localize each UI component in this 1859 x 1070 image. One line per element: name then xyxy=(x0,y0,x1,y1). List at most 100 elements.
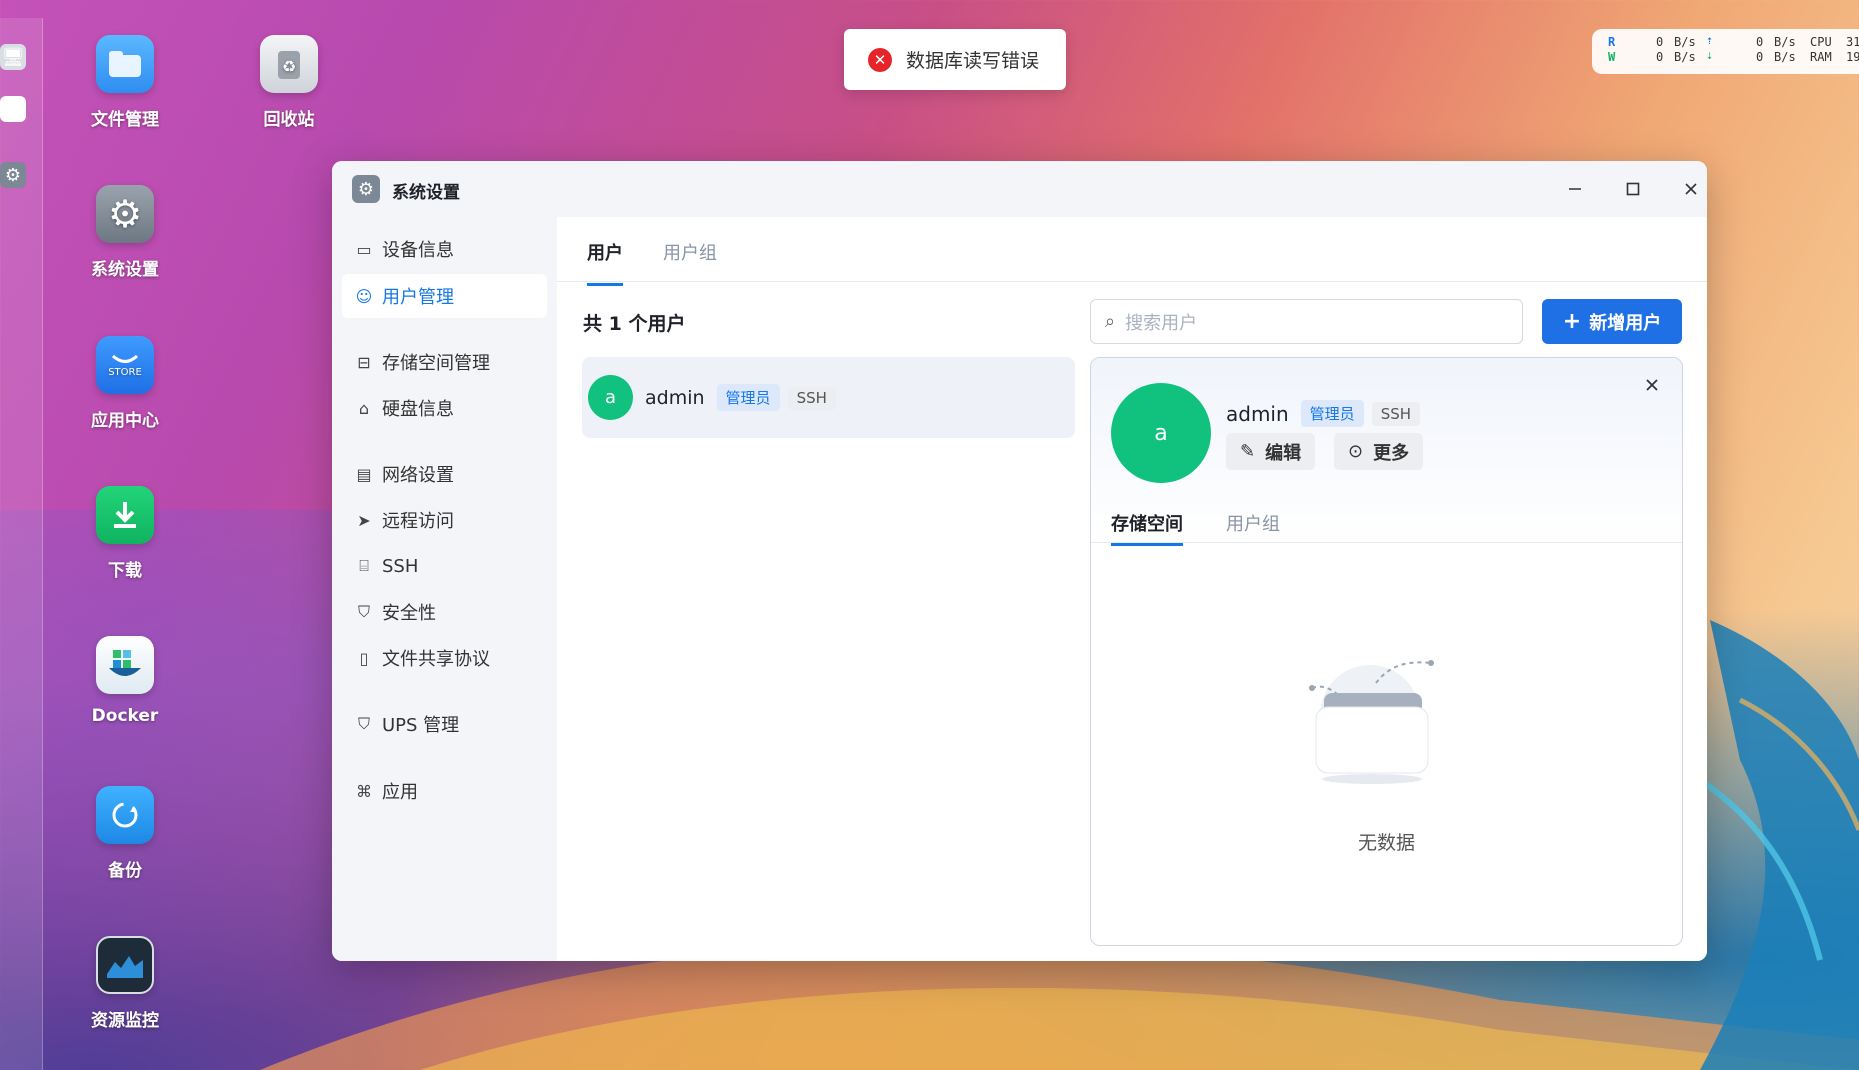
tab-storage[interactable]: 存储空间 xyxy=(1111,510,1183,546)
search-input[interactable]: ⌕ 搜索用户 xyxy=(1090,299,1523,344)
recycle-bin-icon: ♻ xyxy=(260,35,318,93)
edit-button[interactable]: ✎ 编辑 xyxy=(1226,433,1316,470)
detail-avatar: a xyxy=(1111,383,1211,483)
window-titlebar[interactable]: ⚙ 系统设置 xyxy=(332,161,1707,217)
desktop-label: 下载 xyxy=(108,561,142,581)
sidebar-item-file-share[interactable]: ▯ 文件共享协议 xyxy=(342,636,547,680)
sidebar-item-label: 设备信息 xyxy=(382,240,454,261)
svg-text:♻: ♻ xyxy=(282,57,296,76)
tab-user-groups[interactable]: 用户组 xyxy=(663,239,717,283)
desktop-docker[interactable]: Docker xyxy=(70,636,180,726)
read-label: R xyxy=(1608,35,1616,49)
sidebar-item-remote-access[interactable]: ➤ 远程访问 xyxy=(342,498,547,542)
user-detail-panel: a admin 管理员 SSH ✎ 编辑 ⊙ 更多 存储空间 用户组 无数据 xyxy=(1090,357,1683,946)
tab-detail-user-groups[interactable]: 用户组 xyxy=(1226,510,1280,543)
tab-users[interactable]: 用户 xyxy=(587,239,623,286)
sidebar-item-apps[interactable]: ⌘ 应用 xyxy=(342,769,547,813)
file-share-icon: ▯ xyxy=(359,648,369,668)
settings-sidebar: ▭ 设备信息 ☺ 用户管理 ⊟ 存储空间管理 ⌂ 硬盘信息 ▤ 网络设置 ➤ 远程访问 ⌸ S… xyxy=(332,217,557,961)
edit-label: 编辑 xyxy=(1265,442,1302,464)
desktop-app-center[interactable]: STORE 应用中心 xyxy=(70,336,180,431)
read-value: 0 xyxy=(1656,35,1664,49)
folder-icon xyxy=(96,35,154,93)
tab-bar: 用户 用户组 xyxy=(557,217,1707,286)
settings-gear-icon: ⚙ xyxy=(96,185,154,243)
admin-badge: 管理员 xyxy=(716,384,780,411)
device-info-icon: ▭ xyxy=(356,239,372,259)
close-icon xyxy=(1646,379,1658,391)
desktop-file-manager[interactable]: 文件管理 xyxy=(70,35,180,130)
desktop-resource-monitor[interactable]: 资源监控 xyxy=(70,936,180,1031)
store-text: STORE xyxy=(108,366,142,378)
sidebar-item-label: 网络设置 xyxy=(382,465,454,486)
search-placeholder: 搜索用户 xyxy=(1125,312,1198,334)
desktop-settings[interactable]: ⚙ 系统设置 xyxy=(70,185,180,280)
error-icon: ✕ xyxy=(868,47,892,72)
detail-user-name: admin xyxy=(1226,401,1289,426)
more-label: 更多 xyxy=(1373,442,1410,464)
sidebar-item-label: 安全性 xyxy=(382,603,436,624)
user-icon: ☺ xyxy=(355,286,373,306)
apps-grid-icon[interactable]: ▦ xyxy=(0,96,26,122)
sidebar-item-storage[interactable]: ⊟ 存储空间管理 xyxy=(342,340,547,384)
add-user-button[interactable]: + 新增用户 xyxy=(1542,299,1682,344)
sidebar-item-network[interactable]: ▤ 网络设置 xyxy=(342,452,547,496)
upload-value: 0 xyxy=(1756,35,1764,49)
detail-divider xyxy=(1091,542,1682,543)
sidebar-item-label: 应用 xyxy=(382,782,418,803)
settings-icon[interactable]: ⚙ xyxy=(0,162,26,188)
toast-message: 数据库读写错误 xyxy=(906,50,1040,72)
security-shield-icon: ⛉ xyxy=(357,602,370,621)
download-value: 0 xyxy=(1756,50,1764,64)
user-name: admin xyxy=(645,386,705,409)
sidebar-item-label: 存储空间管理 xyxy=(382,353,490,374)
detail-close-button[interactable] xyxy=(1645,376,1659,397)
desktop-label: 系统设置 xyxy=(91,260,159,280)
network-icon: ▤ xyxy=(356,464,372,484)
desktop-backup[interactable]: 备份 xyxy=(70,786,180,881)
write-label: W xyxy=(1608,50,1616,64)
unit-label: B/s xyxy=(1774,50,1796,64)
desktop-label: 资源监控 xyxy=(91,1011,159,1031)
empty-state-text: 无数据 xyxy=(1357,832,1415,854)
write-value: 0 xyxy=(1656,50,1664,64)
sidebar-item-label: 硬盘信息 xyxy=(382,399,454,420)
sidebar-item-device-info[interactable]: ▭ 设备信息 xyxy=(342,227,547,271)
unit-label: B/s xyxy=(1674,35,1696,49)
sidebar-item-ups[interactable]: ⛉ UPS 管理 xyxy=(342,702,547,746)
more-button[interactable]: ⊙ 更多 xyxy=(1334,433,1424,470)
sidebar-item-label: SSH xyxy=(382,555,419,577)
maximize-button[interactable] xyxy=(1619,175,1647,203)
sidebar-item-disk-info[interactable]: ⌂ 硬盘信息 xyxy=(342,386,547,430)
desktop-label: 备份 xyxy=(108,861,142,881)
sidebar-item-ssh[interactable]: ⌸ SSH xyxy=(342,544,547,588)
avatar: a xyxy=(588,375,633,420)
detail-name-row: admin 管理员 SSH xyxy=(1226,400,1428,427)
minimize-button[interactable] xyxy=(1561,175,1589,203)
sidebar-item-user-management[interactable]: ☺ 用户管理 xyxy=(342,274,547,318)
sidebar-item-label: UPS 管理 xyxy=(382,715,460,736)
monitor-icon[interactable]: 🖥 xyxy=(0,44,26,70)
user-count: 共 1 个用户 xyxy=(583,313,686,335)
cpu-label: CPU xyxy=(1810,35,1832,49)
desktop-recycle-bin[interactable]: ♻ 回收站 xyxy=(234,35,344,130)
error-toast: ✕ 数据库读写错误 xyxy=(844,29,1066,90)
storage-icon: ⊟ xyxy=(357,352,371,372)
add-user-label: 新增用户 xyxy=(1589,312,1662,334)
left-dock: 🖥 ▦ ⚙ xyxy=(0,18,43,1070)
disk-icon: ⌂ xyxy=(358,398,370,418)
plus-icon: + xyxy=(1562,309,1582,334)
store-icon: STORE xyxy=(96,336,154,394)
desktop-download[interactable]: 下载 xyxy=(70,486,180,581)
ssh-badge: SSH xyxy=(787,385,836,410)
more-icon: ⊙ xyxy=(1348,441,1364,462)
resource-widget[interactable]: R W 0 0 B/s B/s ⇡ ⇣ 0 0 B/s B/s CPU RAM … xyxy=(1592,29,1859,74)
user-list-item[interactable]: a admin 管理员 SSH xyxy=(582,357,1075,438)
settings-window: ⚙ 系统设置 ▭ 设备信息 ☺ 用户管理 ⊟ 存储空间管理 ⌂ 硬盘信息 ▤ 网络设置 ➤… xyxy=(332,161,1707,961)
cpu-value: 31 xyxy=(1846,35,1859,49)
sidebar-item-security[interactable]: ⛉ 安全性 xyxy=(342,590,547,634)
sidebar-item-label: 远程访问 xyxy=(382,511,454,532)
close-button[interactable] xyxy=(1677,175,1705,203)
upload-icon: ⇡ xyxy=(1706,33,1714,47)
edit-icon: ✎ xyxy=(1240,441,1256,462)
